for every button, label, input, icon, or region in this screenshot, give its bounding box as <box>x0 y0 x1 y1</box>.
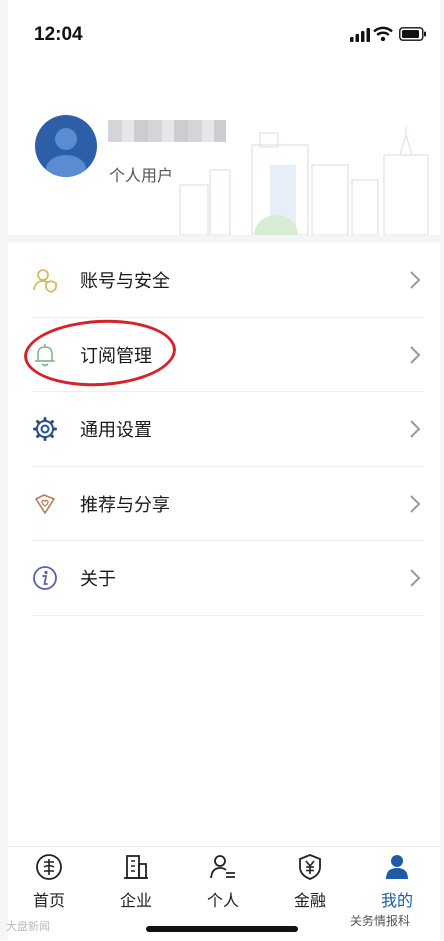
user-shield-icon <box>33 269 57 293</box>
chevron-right-icon <box>410 494 421 513</box>
tag-heart-icon <box>35 493 55 514</box>
home-emblem-icon <box>36 854 62 880</box>
menu-item-general-settings[interactable]: 通用设置 <box>32 392 424 467</box>
menu-item-label: 关于 <box>80 569 116 589</box>
username-redacted <box>108 120 226 142</box>
user-silhouette-icon <box>46 128 86 177</box>
status-bar: 12:04 <box>0 0 444 70</box>
tab-mine[interactable]: 我的 <box>362 853 432 911</box>
section-divider <box>8 235 440 243</box>
user-type-label: 个人用户 <box>109 168 174 185</box>
tab-label: 个人 <box>206 893 239 910</box>
chevron-right-icon <box>410 345 421 364</box>
menu-item-label: 通用设置 <box>80 420 152 440</box>
wifi-icon <box>373 26 393 42</box>
building-icon <box>124 855 148 879</box>
watermark-left: 大盘新闻 <box>6 921 50 933</box>
menu-item-label: 推荐与分享 <box>80 494 170 515</box>
info-icon <box>33 566 57 590</box>
tab-label: 首页 <box>32 893 65 910</box>
tab-finance[interactable]: 金融 <box>275 853 345 911</box>
menu-item-account-security[interactable]: 账号与安全 <box>32 243 424 318</box>
person-list-icon <box>210 855 235 879</box>
gear-icon <box>33 417 57 441</box>
battery-icon <box>399 27 426 41</box>
menu-item-about[interactable]: 关于 <box>32 541 424 616</box>
tab-enterprise[interactable]: 企业 <box>101 853 171 911</box>
tab-label: 金融 <box>293 893 326 910</box>
menu-item-label: 账号与安全 <box>80 271 170 291</box>
person-filled-icon <box>386 855 408 879</box>
tab-label: 我的 <box>380 893 413 910</box>
chevron-right-icon <box>410 420 421 438</box>
home-indicator[interactable] <box>146 926 298 932</box>
watermark-right: 关务情报科 <box>350 914 411 928</box>
yuan-shield-icon <box>299 854 321 880</box>
chevron-right-icon <box>410 271 421 289</box>
status-time: 12:04 <box>34 24 83 45</box>
cellular-signal-icon <box>350 28 370 42</box>
menu-item-recommend-share[interactable]: 推荐与分享 <box>32 467 424 541</box>
chevron-right-icon <box>410 569 421 587</box>
profile-header[interactable]: 个人用户 <box>8 95 440 235</box>
tab-label: 企业 <box>119 893 152 910</box>
settings-menu: 账号与安全 订阅管理 通用设置 推荐与分享 关于 <box>8 243 440 616</box>
avatar[interactable] <box>35 115 97 177</box>
tab-personal[interactable]: 个人 <box>188 853 258 911</box>
tab-home[interactable]: 首页 <box>14 853 84 911</box>
